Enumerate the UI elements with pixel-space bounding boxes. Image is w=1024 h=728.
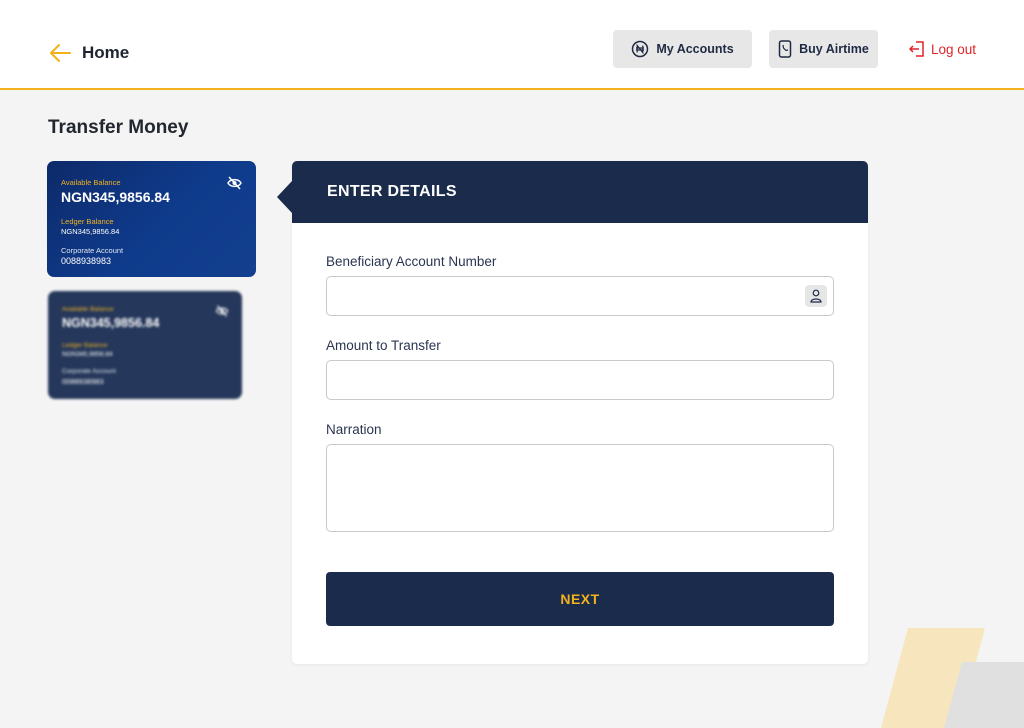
available-balance-value: NGN345,9856.84	[61, 189, 170, 205]
home-link[interactable]: Home	[48, 40, 129, 66]
available-balance-label: Available Balance	[61, 178, 121, 187]
contact-picker-button[interactable]	[805, 285, 827, 307]
account-type-label: Corporate Account	[62, 368, 116, 375]
beneficiary-account-input[interactable]	[326, 276, 834, 316]
account-card-secondary[interactable]: Available Balance NGN345,9856.84 Ledger …	[48, 291, 242, 399]
top-navigation-bar: Home My Accounts Buy Airtime Log out	[0, 0, 1024, 90]
naira-coin-icon	[632, 40, 649, 58]
account-card-selected[interactable]: Available Balance NGN345,9856.84 Ledger …	[47, 161, 256, 277]
logout-icon	[909, 41, 924, 57]
eye-off-icon[interactable]	[215, 305, 229, 317]
available-balance-value: NGN345,9856.84	[62, 316, 160, 330]
buy-airtime-label: Buy Airtime	[799, 42, 869, 56]
account-number: 0088938983	[61, 256, 112, 266]
next-button[interactable]: NEXT	[326, 572, 834, 626]
narration-textarea[interactable]	[326, 444, 834, 532]
transfer-form-panel: ENTER DETAILS Beneficiary Account Number…	[292, 161, 868, 664]
form-header: ENTER DETAILS	[292, 161, 868, 223]
amount-input[interactable]	[326, 360, 834, 400]
narration-label: Narration	[326, 422, 382, 437]
logout-button[interactable]: Log out	[909, 38, 976, 60]
phone-icon	[778, 40, 792, 58]
eye-off-icon[interactable]	[227, 176, 242, 190]
panel-pointer	[277, 181, 292, 213]
available-balance-label: Available Balance	[62, 306, 114, 313]
arrow-left-icon	[50, 44, 71, 62]
page-title: Transfer Money	[48, 117, 189, 138]
account-number: 0088938983	[62, 377, 104, 386]
ledger-balance-value: NGN345,9856.84	[61, 227, 120, 236]
logout-label: Log out	[931, 41, 977, 57]
form-header-title: ENTER DETAILS	[327, 183, 457, 200]
next-button-label: NEXT	[560, 591, 600, 607]
amount-label: Amount to Transfer	[326, 338, 441, 353]
buy-airtime-button[interactable]: Buy Airtime	[769, 30, 878, 68]
my-accounts-label: My Accounts	[656, 42, 734, 56]
ledger-balance-label: Ledger Balance	[61, 217, 114, 226]
account-type-label: Corporate Account	[61, 246, 124, 255]
beneficiary-label: Beneficiary Account Number	[326, 254, 497, 269]
ledger-balance-label: Ledger Balance	[62, 342, 108, 349]
ledger-balance-value: NGN345,9856.84	[62, 351, 113, 358]
user-icon	[810, 289, 822, 303]
home-label: Home	[82, 43, 130, 62]
my-accounts-button[interactable]: My Accounts	[613, 30, 752, 68]
